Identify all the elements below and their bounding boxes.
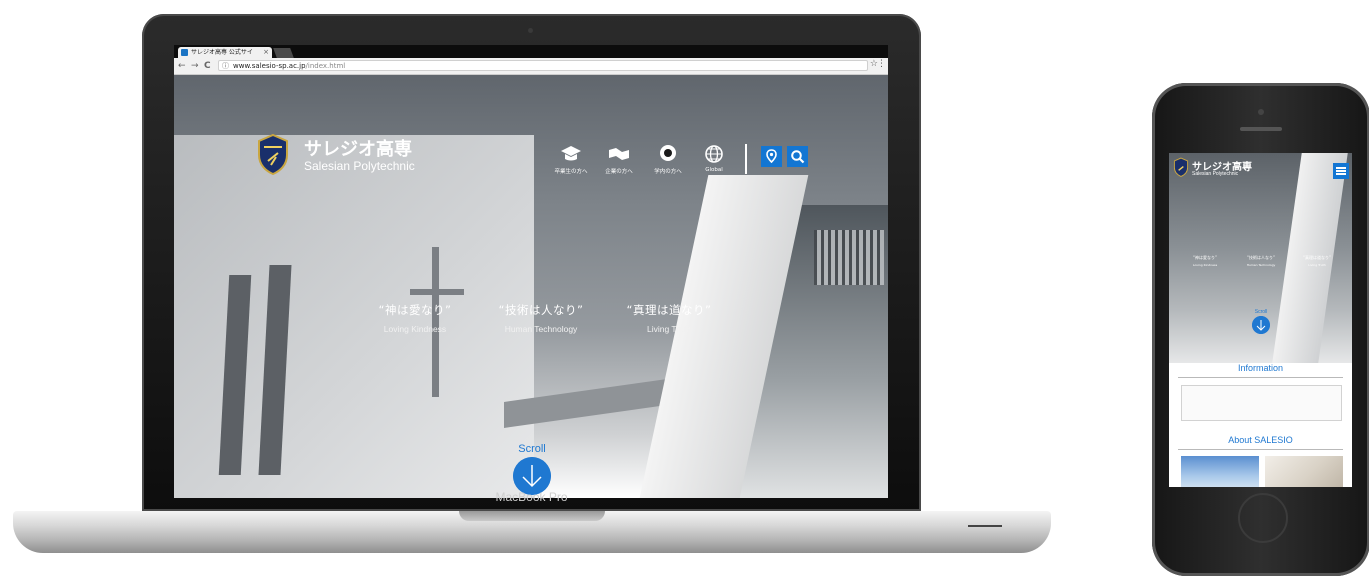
hero-photo-cross — [410, 289, 464, 295]
campus-icon — [660, 145, 676, 161]
reload-button[interactable]: C — [204, 60, 211, 72]
graduation-cap-icon — [561, 146, 581, 161]
mobile-motto: “神は愛なり” Loving Kindness — [1177, 255, 1233, 267]
scroll-down-button[interactable]: Scroll — [512, 443, 552, 495]
about-heading: About SALESIO — [1228, 435, 1293, 445]
mobile-motto-english: Living Truth — [1308, 263, 1326, 267]
access-button[interactable] — [761, 146, 782, 167]
about-thumbnail-study[interactable] — [1265, 456, 1343, 487]
globe-icon — [705, 145, 723, 163]
url-path: /index.html — [305, 62, 346, 70]
logo-english-name: Salesian Polytechnic — [304, 159, 415, 173]
mobile-motto-english: Loving Kindness — [1192, 263, 1218, 267]
mobile-scroll-label: Scroll — [1254, 309, 1268, 315]
back-button[interactable]: ← — [178, 60, 186, 72]
webcam — [528, 28, 533, 33]
mobile-motto-japanese: “技術は人なり” — [1246, 255, 1276, 260]
phone-device: サレジオ高専 Salesian Polytechnic “神は愛なり” Lovi… — [1152, 83, 1369, 576]
motto-japanese: “真理は道なり” — [626, 303, 712, 317]
phone-screen: サレジオ高専 Salesian Polytechnic “神は愛なり” Lovi… — [1169, 153, 1352, 487]
motto-japanese: “神は愛なり” — [378, 303, 452, 317]
mobile-logo-english-name: Salesian Polytechnic — [1192, 171, 1239, 177]
mobile-motto-japanese: “真理は道なり” — [1302, 255, 1332, 260]
school-emblem-icon[interactable] — [1173, 157, 1189, 177]
search-icon — [791, 150, 805, 164]
address-bar[interactable]: ⓘ www.salesio-sp.ac.jp/index.html — [218, 60, 868, 71]
hamburger-menu-icon[interactable] — [1333, 163, 1349, 179]
motto-japanese: “技術は人なり” — [498, 303, 584, 317]
school-emblem-icon — [258, 133, 288, 175]
laptop-slot — [968, 525, 1002, 527]
information-heading: Information — [1237, 363, 1284, 373]
information-news-box[interactable] — [1181, 385, 1342, 421]
section-divider — [1178, 377, 1343, 378]
tab-close-icon[interactable]: × — [263, 47, 269, 58]
laptop-base — [13, 511, 1051, 553]
mobile-motto-japanese: “神は愛なり” — [1192, 255, 1218, 260]
favicon-icon — [181, 49, 188, 56]
browser-toolbar: ← → C ⓘ www.salesio-sp.ac.jp/index.html … — [174, 58, 888, 75]
mobile-hero: サレジオ高専 Salesian Polytechnic “神は愛なり” Lovi… — [1169, 153, 1352, 363]
nav-global-label: Global — [705, 167, 723, 173]
browser-tab[interactable]: サレジオ高専 公式サイ × — [178, 47, 272, 58]
url-host: www.salesio-sp.ac.jp — [233, 62, 306, 70]
section-divider — [1178, 449, 1343, 450]
about-thumbnail-building[interactable] — [1181, 456, 1259, 487]
new-tab-button[interactable] — [273, 48, 294, 58]
mobile-scroll-button[interactable]: Scroll — [1247, 309, 1275, 334]
site-info-icon[interactable]: ⓘ — [222, 61, 229, 72]
mobile-motto-english: Human Technology — [1246, 263, 1276, 267]
scroll-label: Scroll — [518, 443, 546, 455]
nav-global[interactable]: Global — [682, 144, 746, 173]
motto-human-technology: “技術は人なり” Human Technology — [476, 302, 606, 334]
motto-english: Living Truth — [647, 324, 691, 334]
tab-title: サレジオ高専 公式サイ — [191, 49, 253, 56]
motto-living-truth: “真理は道なり” Living Truth — [604, 302, 734, 334]
motto-loving-kindness: “神は愛なり” Loving Kindness — [350, 302, 480, 334]
laptop-model-label: MacBook Pro — [495, 490, 568, 504]
phone-camera — [1258, 109, 1264, 115]
motto-english: Human Technology — [504, 324, 578, 334]
laptop-device: サレジオ高専 公式サイ × ← → C ⓘ www.salesio-sp.ac.… — [142, 14, 921, 511]
hero-section: サレジオ高専 Salesian Polytechnic 卒業生の方へ 企業の方へ — [174, 75, 888, 498]
mobile-motto: “技術は人なり” Human Technology — [1233, 255, 1289, 267]
arrow-down-icon — [1252, 316, 1270, 334]
handshake-icon — [609, 148, 629, 160]
search-button[interactable] — [787, 146, 808, 167]
laptop-screen: サレジオ高専 公式サイ × ← → C ⓘ www.salesio-sp.ac.… — [174, 45, 888, 498]
forward-button[interactable]: → — [191, 60, 199, 72]
motto-english: Loving Kindness — [383, 324, 447, 334]
phone-speaker — [1240, 127, 1282, 131]
nav-divider — [745, 144, 747, 174]
phone-home-button — [1238, 493, 1288, 543]
hero-photo-fence — [814, 230, 884, 285]
map-pin-icon — [766, 149, 777, 164]
browser-menu-icon[interactable]: ⋮ — [877, 59, 886, 69]
logo-japanese-name: サレジオ高専 — [304, 139, 412, 160]
mobile-motto: “真理は道なり” Living Truth — [1289, 255, 1345, 267]
browser-tab-bar: サレジオ高専 公式サイ × — [174, 45, 888, 58]
laptop-notch — [459, 511, 605, 521]
